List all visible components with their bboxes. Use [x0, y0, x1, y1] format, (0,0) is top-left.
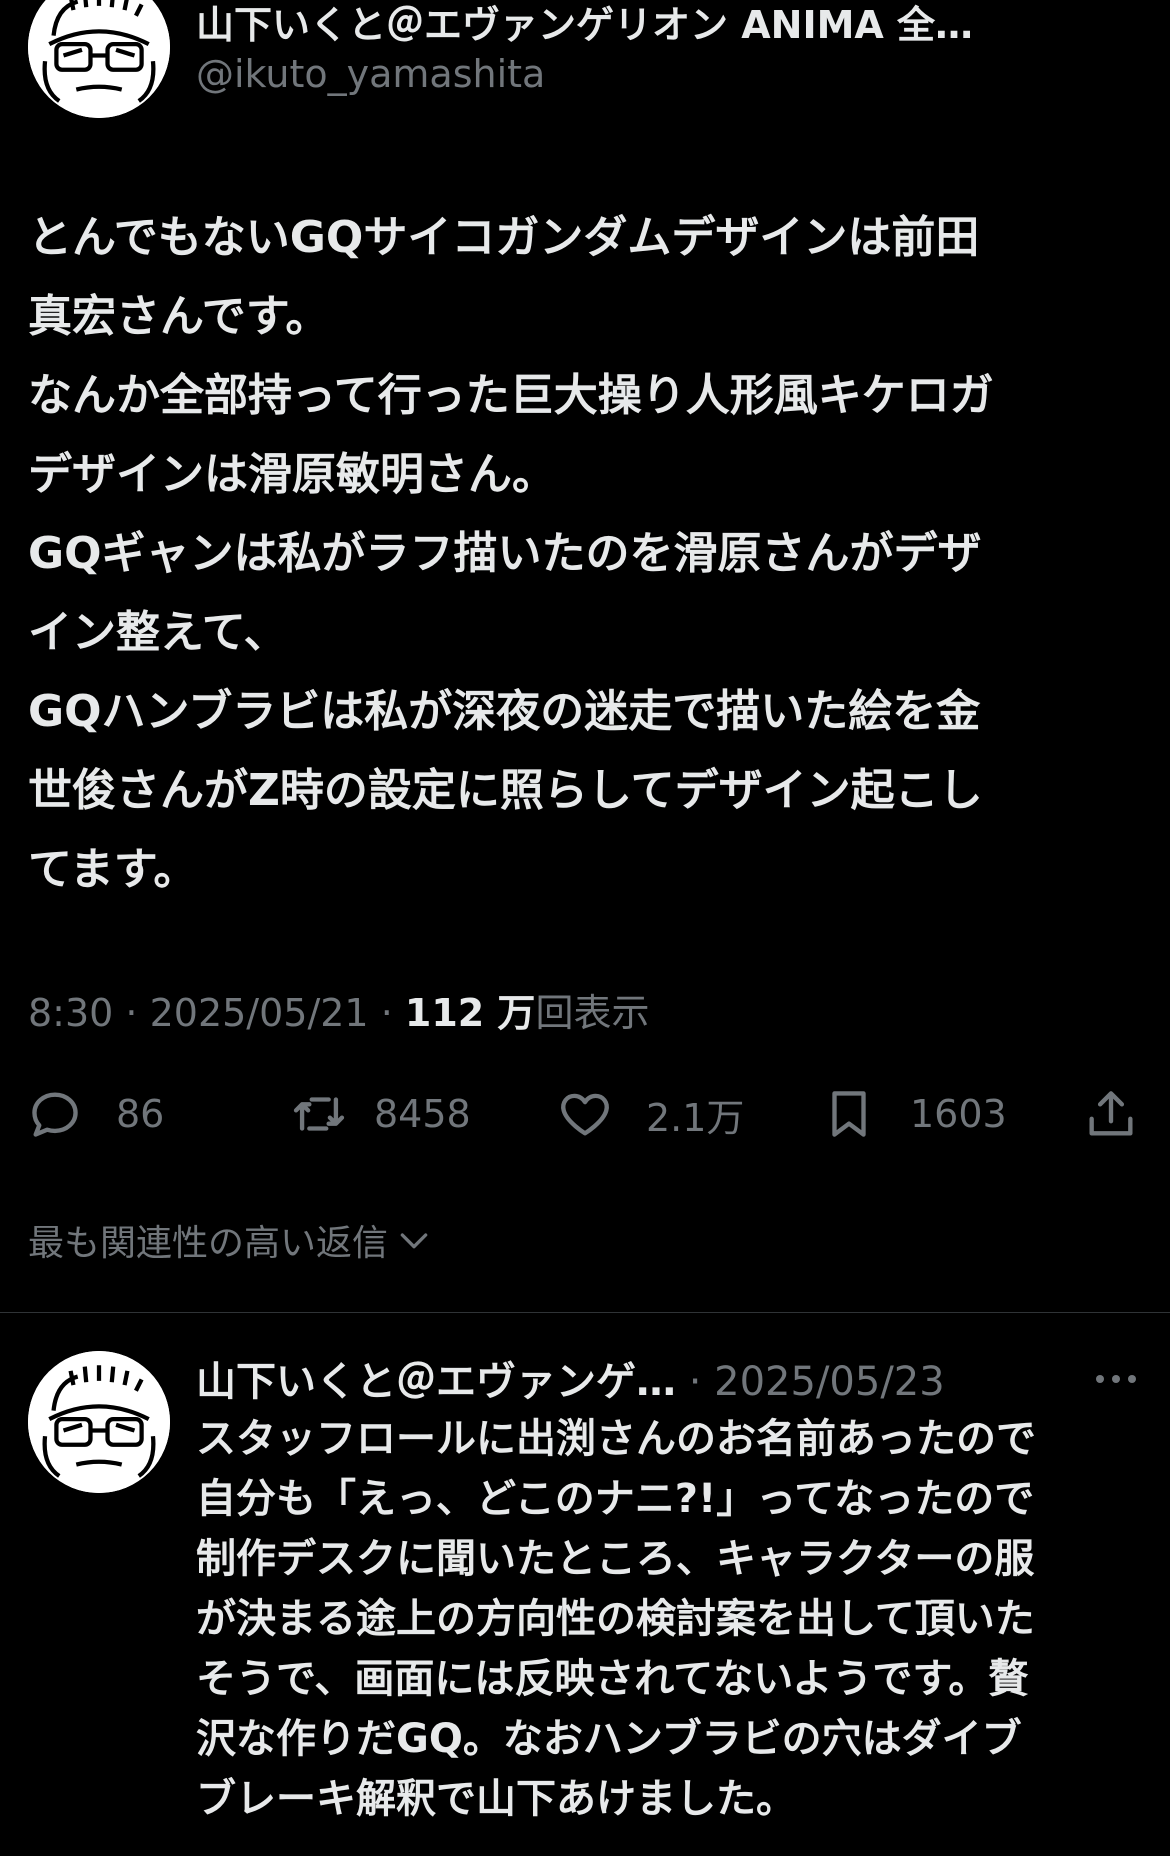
retweet-icon — [293, 1097, 345, 1131]
comment-bubble-icon — [32, 1092, 78, 1137]
main-tweet: 山下いくと＠エヴァンゲリオン ANIMA 全… @ikuto_yamashita… — [0, 0, 1170, 1310]
views-label: 回表示 — [535, 991, 650, 1035]
views-count[interactable]: 112 万 — [405, 991, 536, 1035]
meta-separator: · — [113, 991, 150, 1035]
reply-author-name[interactable]: 山下いくと＠エヴァンゲ… — [196, 1359, 676, 1405]
reply-button[interactable]: 86 — [26, 1078, 164, 1150]
reply-tweet[interactable]: 山下いくと＠エヴァンゲ… · 2025/05/23 スタッフロールに出渕さんのお… — [0, 1313, 1170, 1856]
sort-label: 最も関連性の高い返信 — [28, 1223, 389, 1264]
like-count: 2.1万 — [646, 1095, 745, 1140]
reply-header: 山下いくと＠エヴァンゲ… · 2025/05/23 — [196, 1349, 945, 1407]
retweet-button[interactable]: 8458 — [290, 1078, 471, 1150]
heart-icon — [561, 1093, 609, 1136]
like-button[interactable]: 2.1万 — [556, 1078, 744, 1150]
action-bar: 86 8458 2.1万 1603 — [0, 1078, 1170, 1150]
share-button[interactable] — [1082, 1078, 1140, 1150]
reply-text: スタッフロールに出渕さんのお名前あったので 自分も「えっ、どこのナニ?!」ってな… — [196, 1416, 1036, 1822]
retweet-count: 8458 — [374, 1092, 471, 1136]
share-icon — [1089, 1091, 1133, 1136]
reply-date[interactable]: · 2025/05/23 — [676, 1359, 945, 1405]
tweet-date[interactable]: 2025/05/21 — [150, 991, 369, 1035]
tweet-meta: 8:30 · 2025/05/21 · 112 万回表示 — [28, 982, 649, 1037]
tweet-time[interactable]: 8:30 — [28, 991, 113, 1035]
bookmark-icon — [832, 1091, 866, 1137]
reply-sort-dropdown[interactable]: 最も関連性の高い返信 — [28, 1214, 434, 1266]
avatar-illustration-icon — [28, 1351, 170, 1493]
avatar-illustration-icon — [28, 0, 170, 118]
chevron-down-icon — [400, 1233, 428, 1249]
reply-author-avatar[interactable] — [28, 1351, 170, 1493]
reply-count: 86 — [116, 1092, 165, 1136]
tweet-text: とんでもないGQサイコガンダムデザインは前田 真宏さんです。 なんか全部持って行… — [28, 212, 994, 895]
meta-separator: · — [368, 991, 405, 1035]
bookmark-count: 1603 — [910, 1092, 1007, 1136]
author-avatar[interactable] — [28, 0, 170, 118]
author-name[interactable]: 山下いくと＠エヴァンゲリオン ANIMA 全… — [196, 0, 1116, 49]
more-options-icon[interactable] — [1092, 1369, 1140, 1389]
author-handle[interactable]: @ikuto_yamashita — [196, 52, 545, 96]
bookmark-button[interactable]: 1603 — [820, 1078, 1007, 1150]
